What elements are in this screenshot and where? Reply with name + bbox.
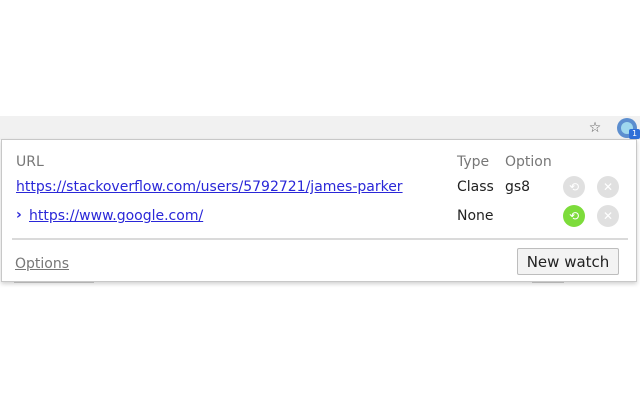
- chevron-right-icon[interactable]: ›: [16, 207, 22, 223]
- watch-popup: URL Type Option https://stackoverflow.co…: [1, 139, 637, 282]
- close-icon: ✕: [602, 209, 614, 223]
- refresh-icon: ⟲: [568, 209, 580, 223]
- header-option: Option: [505, 154, 552, 170]
- bookmark-star-icon[interactable]: ☆: [584, 118, 606, 138]
- refresh-button[interactable]: ⟲: [563, 176, 585, 198]
- watch-row-option: gs8: [505, 179, 531, 195]
- refresh-button[interactable]: ⟲: [563, 205, 585, 227]
- header-url: URL: [16, 154, 44, 170]
- header-type: Type: [457, 154, 490, 170]
- close-icon: ✕: [602, 180, 614, 194]
- delete-button[interactable]: ✕: [597, 176, 619, 198]
- browser-toolbar: [0, 116, 640, 140]
- watch-row-url: https://www.google.com/: [29, 208, 203, 224]
- watch-url-link[interactable]: https://www.google.com/: [29, 208, 203, 224]
- options-link[interactable]: Options: [15, 256, 69, 272]
- new-watch-button[interactable]: New watch: [517, 248, 619, 275]
- delete-button[interactable]: ✕: [597, 205, 619, 227]
- watch-row-type: None: [457, 208, 494, 224]
- extension-badge: 1: [629, 129, 640, 139]
- refresh-icon: ⟲: [568, 180, 580, 194]
- watch-row-type: Class: [457, 179, 494, 195]
- screen: ☆ 1 URL Type Option https://stackoverflo…: [0, 0, 640, 400]
- watch-row-url: https://stackoverflow.com/users/5792721/…: [16, 179, 403, 195]
- divider: [12, 238, 628, 240]
- watch-url-link[interactable]: https://stackoverflow.com/users/5792721/…: [16, 179, 403, 195]
